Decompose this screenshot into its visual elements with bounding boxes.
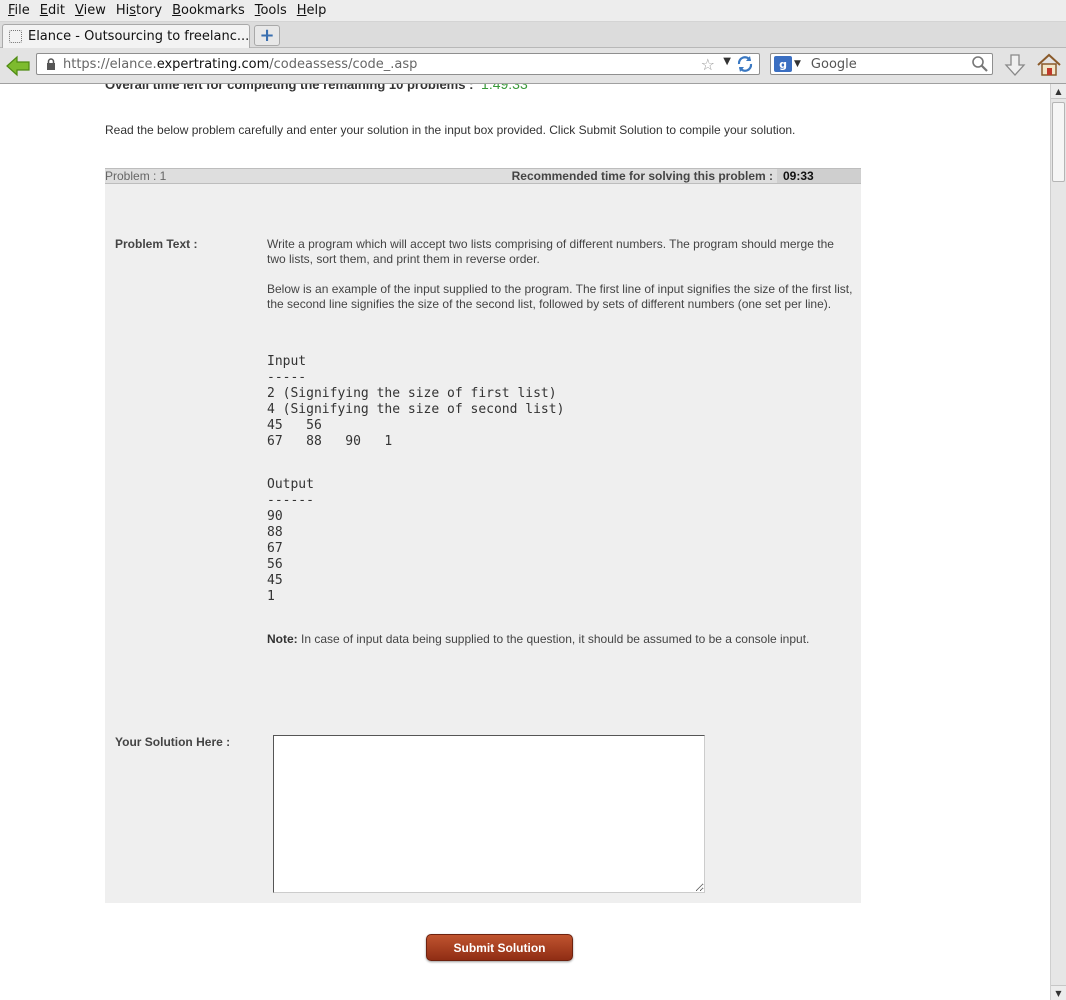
problem-number: Problem : 1 [105,169,167,183]
reload-icon [737,56,753,72]
problem-text-label: Problem Text : [115,237,198,251]
time-left-label: Overall time left for completing the rem… [105,84,474,92]
menu-bookmarks[interactable]: Bookmarks [167,3,250,18]
url-bar[interactable]: https://elance.expertrating.com/codeasse… [36,53,760,75]
menu-tools[interactable]: Tools [250,3,292,18]
new-tab-button[interactable]: + [254,25,280,46]
history-dropdown-icon[interactable]: ▼ [723,56,731,67]
example-output-block: Output ------ 90 88 67 56 45 1 [267,477,314,604]
vertical-scrollbar[interactable]: ▲ ▼ [1050,84,1066,1000]
example-input-block: Input ----- 2 (Signifying the size of fi… [267,354,565,449]
scroll-thumb[interactable] [1052,102,1065,182]
menu-help[interactable]: Help [292,3,332,18]
note-body: In case of input data being supplied to … [297,632,810,646]
page-viewport: Overall time left for completing the rem… [0,84,1050,1000]
home-icon [1037,53,1061,76]
search-bar[interactable]: g ▼ Google [770,53,993,75]
back-button[interactable] [4,54,32,78]
time-left-value: 1:49:33 [481,84,528,92]
solution-label: Your Solution Here : [115,735,231,749]
search-icon[interactable] [971,55,989,73]
problem-panel: Problem : 1 Recommended time for solving… [105,168,861,903]
note-label: Note: [267,632,298,646]
note-text: Note: In case of input data being suppli… [267,632,855,647]
scroll-down-icon[interactable]: ▼ [1051,985,1066,1000]
problem-paragraph-1: Write a program which will accept two li… [267,237,834,266]
scroll-up-icon[interactable]: ▲ [1051,84,1066,99]
problem-header: Problem : 1 Recommended time for solving… [105,168,861,184]
google-icon[interactable]: g [774,56,792,72]
tab-title: Elance - Outsourcing to freelanc... [27,29,249,44]
reload-button[interactable] [735,55,755,73]
home-button[interactable] [1035,52,1063,78]
menu-edit[interactable]: Edit [35,3,70,18]
problem-paragraph-2: Below is an example of the input supplie… [267,282,853,311]
url-text: https://elance.expertrating.com/codeasse… [63,56,418,72]
tab-elance[interactable]: Elance - Outsourcing to freelanc... [2,24,250,48]
solution-input[interactable] [273,735,705,893]
plus-icon: + [259,25,275,46]
menu-history[interactable]: History [111,3,167,18]
tab-bar: Elance - Outsourcing to freelanc... + [0,22,1066,48]
page-icon [9,30,22,43]
submit-solution-button[interactable]: Submit Solution [426,934,573,961]
back-arrow-icon [6,55,30,77]
instructions-text: Read the below problem carefully and ent… [105,123,796,137]
recommended-time-label: Recommended time for solving this proble… [511,169,773,183]
search-input[interactable]: Google [811,57,971,72]
recommended-time-value: 09:33 [777,169,861,183]
bookmark-star-icon[interactable]: ☆ [701,55,715,74]
menu-bar: File Edit View History Bookmarks Tools H… [0,0,1066,22]
time-left-line: Overall time left for completing the rem… [105,84,528,92]
menu-view[interactable]: View [70,3,111,18]
lock-icon [43,58,59,70]
navigation-toolbar: https://elance.expertrating.com/codeasse… [0,48,1066,84]
downloads-button[interactable] [1002,52,1028,78]
download-arrow-icon [1004,54,1026,76]
menu-file[interactable]: File [3,3,35,18]
engine-dropdown-icon[interactable]: ▼ [794,59,801,69]
